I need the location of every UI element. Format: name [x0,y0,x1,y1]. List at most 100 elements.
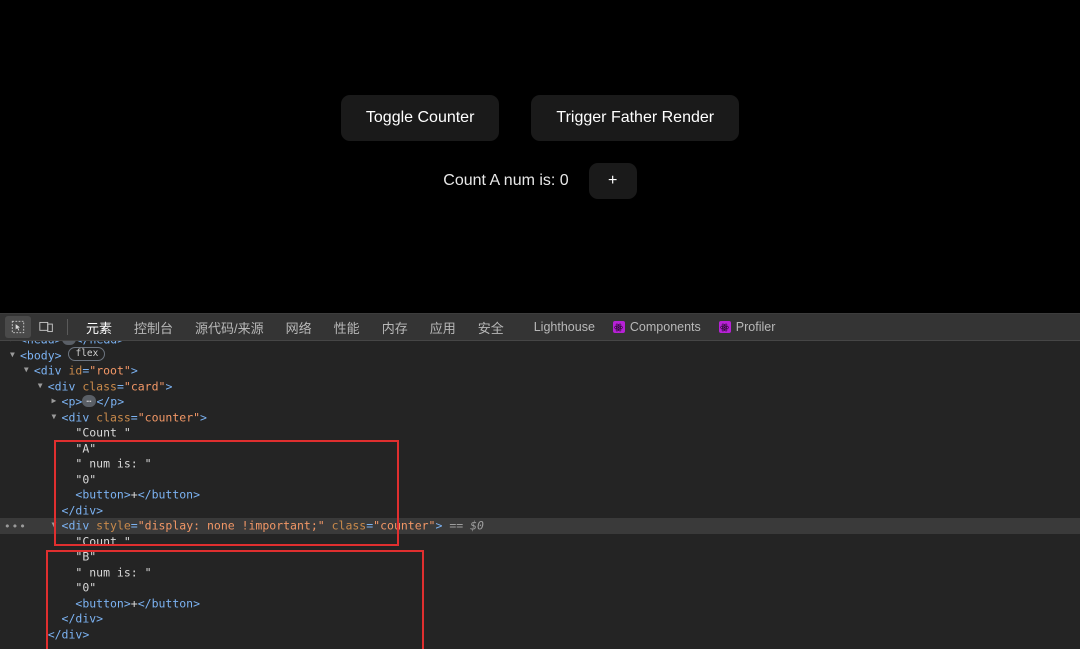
dom-token-txt: "Count " [75,425,130,439]
inspect-element-icon[interactable] [5,316,31,338]
dom-token-val: "card" [124,379,166,393]
disclosure-triangle-icon[interactable]: ▼ [10,347,20,363]
dom-token-tag: = [131,518,138,532]
dom-token-tag: </p> [96,394,124,408]
disclosure-triangle-icon[interactable]: ▼ [52,517,62,533]
dom-tree-row[interactable]: "Count " [0,534,1080,550]
disclosure-triangle-icon [65,424,75,440]
dom-tree-row[interactable]: ▼<div class="card"> [0,379,1080,395]
tab-network-label: 网络 [286,318,312,337]
indent-spacer [10,456,65,470]
tab-components-label: Components [630,320,701,334]
tab-memory-label: 内存 [382,318,408,337]
dom-token-tag: </head> [76,341,124,346]
indent-spacer [10,487,65,501]
dom-token-space [325,518,332,532]
indent-spacer [10,627,38,641]
dom-token-tag: </button> [138,487,200,501]
disclosure-triangle-icon[interactable]: ▶ [52,393,62,409]
disclosure-triangle-icon [65,471,75,487]
disclosure-triangle-icon[interactable]: ▼ [24,362,34,378]
dom-tree-row[interactable]: "B" [0,549,1080,565]
indent-spacer [10,565,65,579]
dom-tree-row[interactable]: ▶<p>…</p> [0,394,1080,410]
dom-token-val: "root" [89,363,131,377]
dom-tree-row[interactable]: "Count " [0,425,1080,441]
dom-token-tag: <head> [20,341,62,346]
tab-components[interactable]: Components [604,317,710,337]
dom-tree[interactable]: ▶<head>…</head>▼<body> flex ▼<div id="ro… [0,341,1080,642]
dom-token-tag: = [131,410,138,424]
indent-spacer [10,410,52,424]
dom-tree-row-selected[interactable]: ••• ▼<div style="display: none !importan… [0,518,1080,534]
tab-lighthouse[interactable]: Lighthouse [525,317,604,337]
disclosure-triangle-icon [65,579,75,595]
tab-profiler[interactable]: Profiler [710,317,785,337]
disclosure-triangle-icon[interactable]: ▼ [52,409,62,425]
disclosure-triangle-icon [65,595,75,611]
dom-tree-row[interactable]: <button>+</button> [0,487,1080,503]
tab-security-label: 安全 [478,318,504,337]
tab-memory[interactable]: 内存 [371,315,419,340]
dom-token-attr: class [332,518,367,532]
dom-tree-row[interactable]: <button>+</button> [0,596,1080,612]
devtools-toolbar: 元素 控制台 源代码/来源 网络 性能 内存 应用 安全 Lighthouse [0,314,1080,341]
dom-token-tag: > [131,363,138,377]
dom-token-val: "display: none !important;" [138,518,325,532]
tab-performance[interactable]: 性能 [323,315,371,340]
disclosure-triangle-icon [65,440,75,456]
dom-tree-row[interactable]: " num is: " [0,565,1080,581]
dom-tree-row[interactable]: ▼<div id="root"> [0,363,1080,379]
dom-token-tag: <div [48,379,83,393]
indent-spacer [10,611,52,625]
elements-panel: ▶<head>…</head>▼<body> flex ▼<div id="ro… [0,341,1080,649]
dom-tree-row[interactable]: ▼<div class="counter"> [0,410,1080,426]
collapsed-content-badge[interactable]: … [62,341,76,345]
toggle-counter-button[interactable]: Toggle Counter [341,95,500,141]
dom-token-tag: <button> [75,596,130,610]
dom-tree-row[interactable]: </div> [0,611,1080,627]
dom-token-space [62,348,69,362]
collapsed-content-badge[interactable]: … [82,395,96,407]
disclosure-triangle-icon[interactable]: ▼ [38,378,48,394]
device-toolbar-icon[interactable] [33,316,59,338]
indent-spacer [10,503,52,517]
devtools-panel: 元素 控制台 源代码/来源 网络 性能 内存 应用 安全 Lighthouse [0,313,1080,649]
dom-token-txt: "B" [75,549,96,563]
tab-sources[interactable]: 源代码/来源 [184,315,275,340]
dom-token-tag: </div> [48,627,90,641]
dom-tree-row[interactable]: ▼<body> flex [0,348,1080,364]
dom-token-txt: "Count " [75,534,130,548]
tab-elements[interactable]: 元素 [75,315,123,340]
dom-token-tag: <body> [20,348,62,362]
indent-spacer [10,379,38,393]
tab-security[interactable]: 安全 [467,315,515,340]
dom-token-tag: > [200,410,207,424]
dom-tree-row[interactable]: " num is: " [0,456,1080,472]
indent-spacer [10,363,24,377]
dom-token-tag: <div [62,518,97,532]
row-overflow-dots[interactable]: ••• [4,519,27,535]
dom-tree-row[interactable]: "0" [0,472,1080,488]
tab-network[interactable]: 网络 [275,315,323,340]
dom-token-txt: "0" [75,580,96,594]
tab-console[interactable]: 控制台 [123,315,184,340]
dom-token-txt: " num is: " [75,565,151,579]
indent-spacer [10,596,65,610]
dom-token-attr: class [82,379,117,393]
dom-token-attr: style [96,518,131,532]
dom-token-txt: "0" [75,472,96,486]
dom-tree-row[interactable]: "0" [0,580,1080,596]
flex-badge[interactable]: flex [68,347,105,361]
tab-console-label: 控制台 [134,318,173,337]
counter-a-increment-button[interactable]: + [589,163,637,199]
react-logo-icon [719,321,731,333]
tab-application[interactable]: 应用 [419,315,467,340]
tab-lighthouse-label: Lighthouse [534,320,595,334]
dom-tree-row[interactable]: "A" [0,441,1080,457]
dom-tree-row[interactable]: </div> [0,627,1080,643]
indent-spacer [10,580,65,594]
trigger-father-render-button[interactable]: Trigger Father Render [531,95,739,141]
dom-tree-row[interactable]: </div> [0,503,1080,519]
disclosure-triangle-icon [65,533,75,549]
